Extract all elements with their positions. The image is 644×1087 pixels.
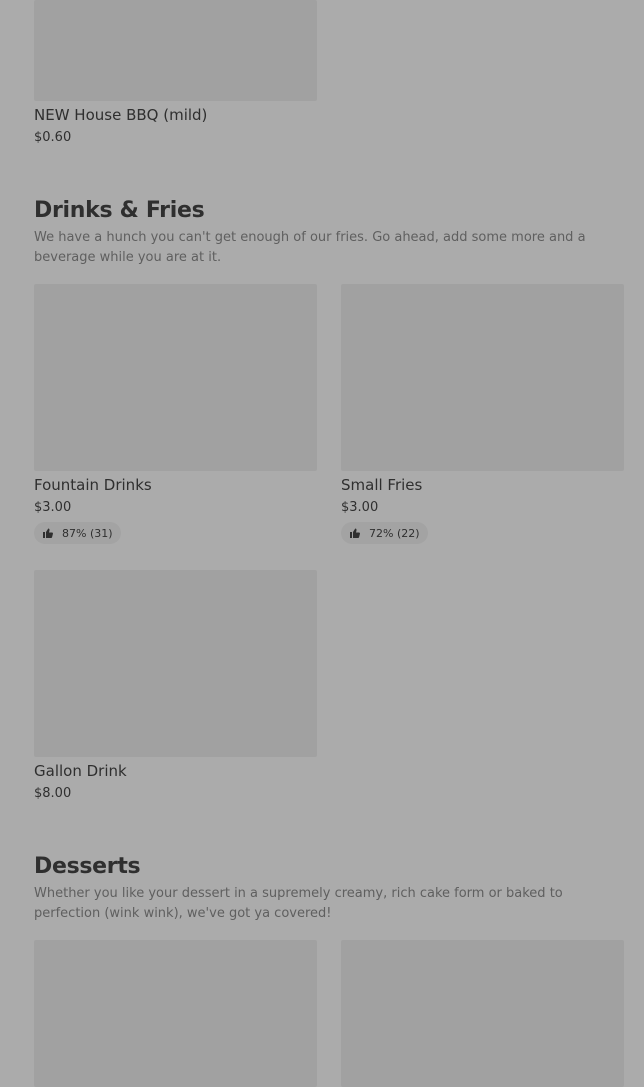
section-description: Whether you like your dessert in a supre… bbox=[34, 886, 563, 921]
item-image[interactable] bbox=[34, 0, 317, 101]
section-title: Drinks & Fries bbox=[34, 198, 205, 223]
item-name[interactable]: Fountain Drinks bbox=[34, 475, 152, 495]
menu-page: NEW House BBQ (mild) $0.60 Drinks & Frie… bbox=[0, 0, 644, 1087]
item-name[interactable]: Small Fries bbox=[341, 475, 422, 495]
item-image[interactable] bbox=[34, 284, 317, 471]
item-image[interactable] bbox=[341, 940, 624, 1087]
item-price: $3.00 bbox=[34, 500, 72, 515]
item-name[interactable]: Gallon Drink bbox=[34, 761, 127, 781]
rating-text: 72% (22) bbox=[369, 526, 420, 540]
section-title: Desserts bbox=[34, 854, 141, 879]
rating-badge: 87% (31) bbox=[34, 522, 121, 544]
item-price: $0.60 bbox=[34, 130, 72, 145]
item-name[interactable]: NEW House BBQ (mild) bbox=[34, 105, 207, 125]
item-image[interactable] bbox=[341, 284, 624, 471]
thumbs-up-icon bbox=[350, 528, 360, 538]
item-image[interactable] bbox=[34, 570, 317, 757]
item-price: $8.00 bbox=[34, 786, 72, 801]
item-price: $3.00 bbox=[341, 500, 379, 515]
rating-text: 87% (31) bbox=[62, 526, 113, 540]
section-description: We have a hunch you can't get enough of … bbox=[34, 230, 586, 265]
item-image[interactable] bbox=[34, 940, 317, 1087]
thumbs-up-icon bbox=[43, 528, 53, 538]
rating-badge: 72% (22) bbox=[341, 522, 428, 544]
